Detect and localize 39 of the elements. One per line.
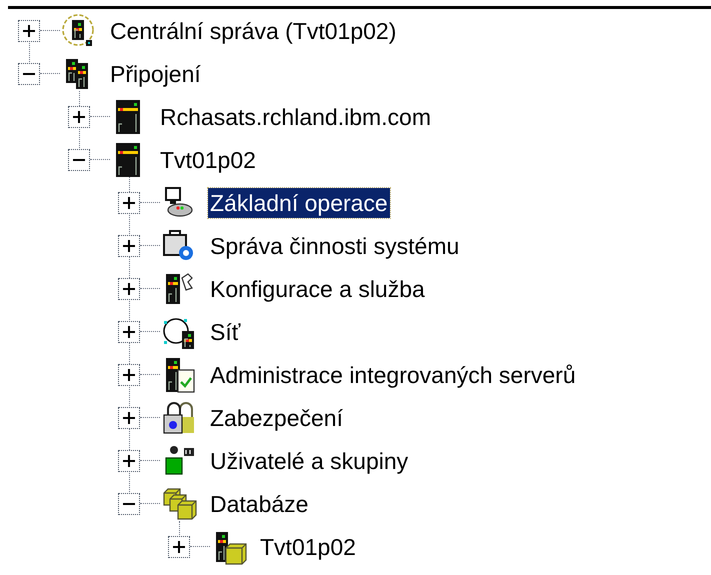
- expander-button[interactable]: [118, 406, 140, 428]
- plus-icon: [123, 240, 135, 252]
- tree-item-label[interactable]: Administrace integrovaných serverů: [208, 360, 578, 390]
- minus-icon: [123, 502, 135, 504]
- minus-icon: [23, 72, 35, 74]
- expander-button[interactable]: [68, 106, 90, 128]
- tree-item-label[interactable]: Tvt01p02: [258, 532, 358, 562]
- plus-icon: [23, 24, 35, 36]
- expander-button[interactable]: [118, 192, 140, 214]
- tree-item-label[interactable]: Rchasats.rchland.ibm.com: [158, 102, 433, 132]
- expander-button[interactable]: [118, 450, 140, 472]
- plus-icon: [173, 540, 185, 552]
- tree-item-label[interactable]: Základní operace: [208, 188, 390, 218]
- expander-button[interactable]: [118, 364, 140, 386]
- plus-icon: [73, 110, 85, 122]
- expander-button[interactable]: [68, 148, 90, 170]
- tree-item-label[interactable]: Připojení: [108, 58, 203, 88]
- plus-icon: [123, 326, 135, 338]
- expander-button[interactable]: [118, 234, 140, 256]
- tree-item-label[interactable]: Síť: [208, 316, 242, 346]
- expander-button[interactable]: [118, 278, 140, 300]
- tree-item-label[interactable]: Správa činnosti systému: [208, 230, 462, 260]
- tree-item-label[interactable]: Centrální správa (Tvt01p02): [108, 16, 398, 46]
- plus-icon: [123, 412, 135, 424]
- tree-item-label[interactable]: Zabezpečení: [208, 402, 345, 432]
- minus-icon: [73, 158, 85, 160]
- expander-button[interactable]: [118, 492, 140, 514]
- tree-item-label[interactable]: Uživatelé a skupiny: [208, 446, 410, 476]
- tree-item-label[interactable]: Tvt01p02: [158, 144, 258, 174]
- plus-icon: [123, 368, 135, 380]
- plus-icon: [123, 454, 135, 466]
- expander-button[interactable]: [168, 536, 190, 558]
- plus-icon: [123, 196, 135, 208]
- expander-button[interactable]: [18, 62, 40, 84]
- tree-item-label[interactable]: Databáze: [208, 488, 310, 518]
- expander-button[interactable]: [118, 320, 140, 342]
- expander-button[interactable]: [18, 20, 40, 42]
- tree-item-label[interactable]: Konfigurace a služba: [208, 274, 427, 304]
- plus-icon: [123, 282, 135, 294]
